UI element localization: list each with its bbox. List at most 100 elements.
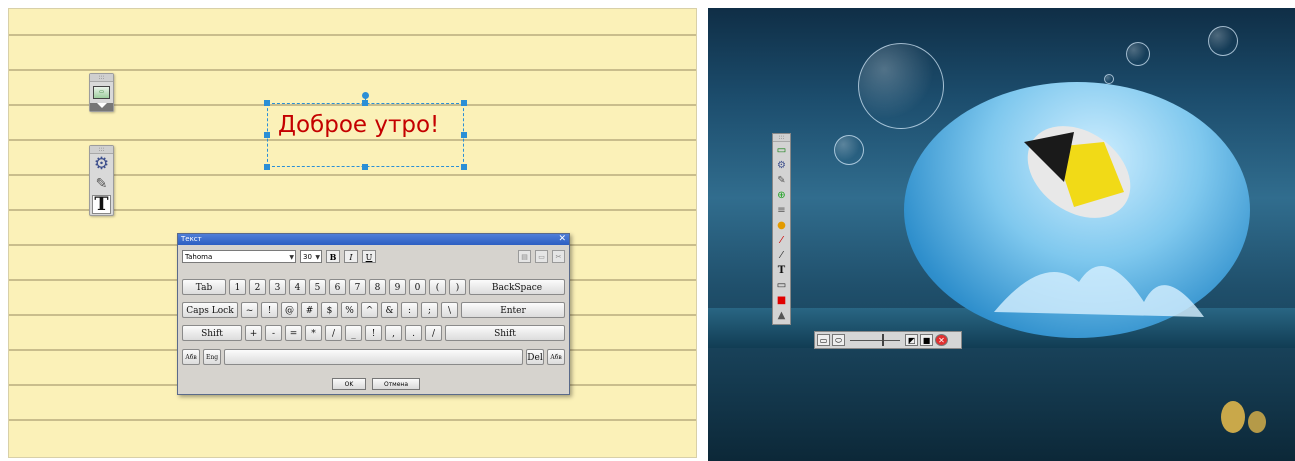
key[interactable]: BackSpace: [469, 279, 565, 295]
underline-button[interactable]: U: [362, 250, 376, 263]
key[interactable]: 9: [389, 279, 406, 295]
key[interactable]: @: [281, 302, 298, 318]
key[interactable]: -: [265, 325, 282, 341]
rotate-handle[interactable]: [362, 92, 369, 99]
gear-icon[interactable]: ⚙: [775, 159, 788, 172]
toolbar-expand-button[interactable]: [90, 103, 113, 111]
toolbar-grip[interactable]: :::: [90, 146, 113, 154]
ellipse-shape-icon[interactable]: ⬭: [832, 334, 845, 346]
key[interactable]: =: [285, 325, 302, 341]
delete-icon[interactable]: ✕: [935, 334, 948, 346]
key[interactable]: ,: [385, 325, 402, 341]
toolbar-grip[interactable]: :::: [773, 134, 790, 142]
pen-icon[interactable]: ⁄: [775, 234, 788, 247]
italic-button[interactable]: I: [344, 250, 358, 263]
key[interactable]: !: [365, 325, 382, 341]
size-slider[interactable]: [850, 333, 900, 346]
key[interactable]: 5: [309, 279, 326, 295]
fill-icon[interactable]: ◩: [905, 334, 918, 346]
magic-wand-button[interactable]: ✎: [91, 175, 112, 194]
monitor-icon[interactable]: ▭: [775, 144, 788, 157]
key[interactable]: 8: [369, 279, 386, 295]
key[interactable]: #: [301, 302, 318, 318]
key[interactable]: +: [245, 325, 262, 341]
key[interactable]: ;: [421, 302, 438, 318]
text-object-selection[interactable]: Доброе утро!: [264, 92, 467, 170]
key[interactable]: 7: [349, 279, 366, 295]
key[interactable]: ): [449, 279, 466, 295]
add-icon[interactable]: ⊕: [775, 189, 788, 202]
marker-icon[interactable]: ⁄: [775, 249, 788, 262]
magic-wand-icon[interactable]: ✎: [775, 174, 788, 187]
key[interactable]: /: [325, 325, 342, 341]
dialog-titlebar[interactable]: Текст ✕: [178, 234, 569, 245]
keyboard-row-4: Абв Eng Del Абв: [182, 349, 565, 365]
resize-handle-n[interactable]: [362, 100, 368, 106]
key[interactable]: /: [425, 325, 442, 341]
resize-handle-nw[interactable]: [264, 100, 270, 106]
key[interactable]: *: [305, 325, 322, 341]
resize-handle-sw[interactable]: [264, 164, 270, 170]
key[interactable]: &: [381, 302, 398, 318]
notebook-canvas[interactable]: ::: ▭ ::: ⚙ ✎ T Доброе утро! Текст ✕ Tah…: [8, 8, 697, 458]
lines-icon[interactable]: ≡: [775, 204, 788, 217]
key[interactable]: .: [405, 325, 422, 341]
resize-handle-s[interactable]: [362, 164, 368, 170]
slider-thumb[interactable]: [882, 333, 884, 346]
key-lang-eng[interactable]: Eng: [203, 349, 221, 365]
key[interactable]: ~: [241, 302, 258, 318]
key[interactable]: _: [345, 325, 362, 341]
key-space[interactable]: [224, 349, 523, 365]
resize-handle-w[interactable]: [264, 132, 270, 138]
display-button[interactable]: ▭: [91, 83, 112, 102]
key[interactable]: :: [401, 302, 418, 318]
text-icon[interactable]: T: [775, 264, 788, 277]
key[interactable]: %: [341, 302, 358, 318]
key[interactable]: 6: [329, 279, 346, 295]
key[interactable]: Shift: [445, 325, 565, 341]
rectangle-icon[interactable]: ▭: [775, 279, 788, 292]
stamp-icon[interactable]: ■: [920, 334, 933, 346]
key[interactable]: $: [321, 302, 338, 318]
key[interactable]: Caps Lock: [182, 302, 238, 318]
copy-icon[interactable]: ▭: [535, 250, 548, 263]
key[interactable]: \: [441, 302, 458, 318]
key-lang-ru[interactable]: Абв: [182, 349, 200, 365]
key[interactable]: (: [429, 279, 446, 295]
key[interactable]: Enter: [461, 302, 565, 318]
key[interactable]: ^: [361, 302, 378, 318]
rectangle-shape-icon[interactable]: ▭: [817, 334, 830, 346]
keyboard-row-2: Caps Lock ~! @ # $% ^ &:; \ Enter: [182, 302, 565, 318]
key-lang-ru-right[interactable]: Абв: [547, 349, 565, 365]
key[interactable]: 3: [269, 279, 286, 295]
fish-picture[interactable]: [904, 82, 1250, 338]
paste-icon[interactable]: ▤: [518, 250, 531, 263]
close-icon[interactable]: ✕: [558, 234, 566, 245]
canvas-text[interactable]: Доброе утро!: [278, 112, 439, 138]
key[interactable]: 1: [229, 279, 246, 295]
text-tool-button[interactable]: T: [91, 195, 112, 214]
color-icon[interactable]: ■: [775, 294, 788, 307]
font-select[interactable]: Tahoma: [182, 250, 296, 264]
object-icon[interactable]: ●: [775, 219, 788, 232]
settings-button[interactable]: ⚙: [91, 155, 112, 174]
bold-button[interactable]: B: [326, 250, 340, 263]
bubble: [1208, 26, 1238, 56]
key[interactable]: 0: [409, 279, 426, 295]
ok-button[interactable]: OK: [332, 378, 366, 390]
key-del[interactable]: Del: [526, 349, 544, 365]
key[interactable]: 2: [249, 279, 266, 295]
cancel-button[interactable]: Отмена: [372, 378, 420, 390]
resize-handle-ne[interactable]: [461, 100, 467, 106]
key[interactable]: Shift: [182, 325, 242, 341]
collapse-icon[interactable]: ▲: [775, 309, 788, 322]
toolbar-grip[interactable]: :::: [90, 74, 113, 82]
underwater-canvas[interactable]: ::: ▭ ⚙ ✎ ⊕ ≡ ● ⁄ ⁄ T ▭ ■ ▲ ▭ ⬭ ◩ ■ ✕: [708, 8, 1295, 461]
key[interactable]: Tab: [182, 279, 226, 295]
size-select[interactable]: 30: [300, 250, 322, 264]
cut-icon[interactable]: ✂: [552, 250, 565, 263]
resize-handle-se[interactable]: [461, 164, 467, 170]
key[interactable]: !: [261, 302, 278, 318]
key[interactable]: 4: [289, 279, 306, 295]
resize-handle-e[interactable]: [461, 132, 467, 138]
